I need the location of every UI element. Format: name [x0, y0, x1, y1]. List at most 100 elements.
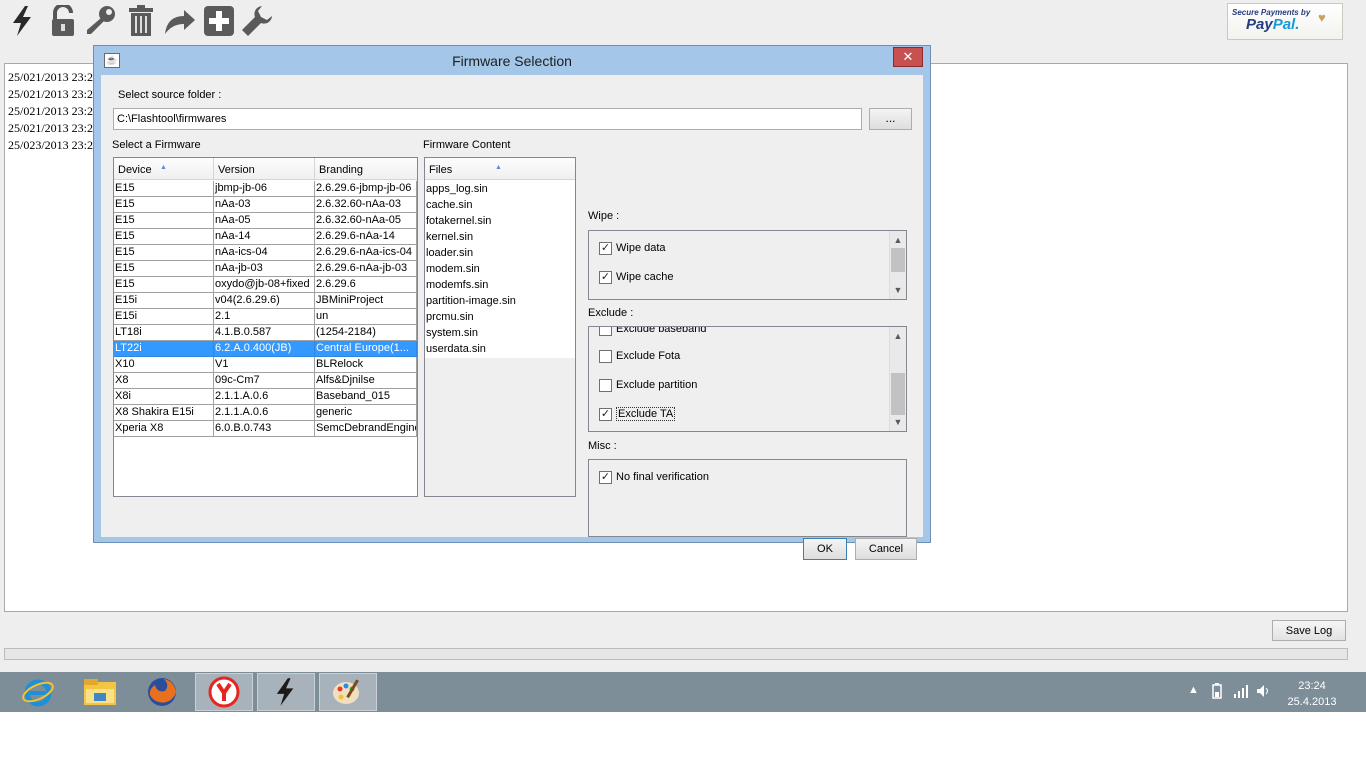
list-item[interactable]: system.sin: [426, 326, 478, 342]
battery-icon[interactable]: [1210, 683, 1224, 702]
no-final-verification-checkbox[interactable]: ✓ No final verification: [599, 469, 709, 485]
paypal-donate-button[interactable]: Secure Payments by PayPal. ♥: [1227, 3, 1343, 40]
cell-branding: JBMiniProject: [315, 293, 417, 309]
key-icon[interactable]: [84, 4, 118, 38]
checkbox-box: [599, 349, 612, 363]
table-row[interactable]: E15 nAa-ics-04 2.6.29.6-nAa-ics-04: [114, 245, 417, 261]
cell-device: X8i: [114, 389, 214, 405]
exclude-scrollbar[interactable]: ▲ ▼: [889, 327, 906, 431]
file-explorer-icon[interactable]: [71, 673, 129, 711]
unlock-icon[interactable]: [46, 4, 80, 38]
cancel-button[interactable]: Cancel: [855, 538, 917, 560]
yandex-browser-icon[interactable]: [195, 673, 253, 711]
column-header-device[interactable]: Device ▲: [114, 158, 214, 180]
list-item[interactable]: kernel.sin: [426, 230, 473, 246]
column-header-branding[interactable]: Branding: [315, 158, 417, 180]
exclude-baseband-checkbox[interactable]: Exclude baseband: [599, 327, 707, 337]
volume-icon[interactable]: [1256, 684, 1272, 701]
cell-device: X8: [114, 373, 214, 389]
cell-version: 4.1.B.0.587: [214, 325, 315, 341]
firefox-icon[interactable]: [133, 673, 191, 711]
list-item[interactable]: fotakernel.sin: [426, 214, 491, 230]
scroll-up-icon[interactable]: ▲: [890, 233, 906, 247]
paint-icon[interactable]: [319, 673, 377, 711]
list-item[interactable]: modem.sin: [426, 262, 480, 278]
column-header-version[interactable]: Version: [214, 158, 315, 180]
show-hidden-icons-icon[interactable]: ▲: [1188, 684, 1199, 696]
scroll-down-icon[interactable]: ▼: [890, 415, 906, 429]
redo-arrow-icon[interactable]: [162, 4, 196, 38]
table-row[interactable]: E15i 2.1 un: [114, 309, 417, 325]
clock-date: 25.4.2013: [1287, 696, 1337, 708]
system-clock[interactable]: 23:24 25.4.2013: [1280, 678, 1344, 710]
internet-explorer-icon[interactable]: [9, 673, 67, 711]
cell-device: E15i: [114, 309, 214, 325]
wipe-scrollbar[interactable]: ▲ ▼: [889, 231, 906, 299]
browse-button[interactable]: ...: [869, 108, 912, 130]
wrench-icon[interactable]: [240, 4, 274, 38]
cell-version: nAa-14: [214, 229, 315, 245]
wipe-label: Wipe :: [588, 210, 620, 222]
table-row[interactable]: X8i 2.1.1.A.0.6 Baseband_015: [114, 389, 417, 405]
column-header-files[interactable]: Files ▲: [425, 158, 575, 180]
cell-version: nAa-jb-03: [214, 261, 315, 277]
trash-icon[interactable]: [124, 4, 158, 38]
list-item[interactable]: prcmu.sin: [426, 310, 474, 326]
table-row[interactable]: E15 nAa-05 2.6.32.60-nAa-05: [114, 213, 417, 229]
log-line: 25/021/2013 23:2: [8, 104, 94, 118]
table-row[interactable]: LT22i 6.2.A.0.400(JB) Central Europe(1...: [114, 341, 417, 357]
firmware-content-label: Firmware Content: [423, 139, 511, 151]
table-row[interactable]: X8 Shakira E15i 2.1.1.A.0.6 generic: [114, 405, 417, 421]
cell-device: E15: [114, 245, 214, 261]
cell-device: Xperia X8: [114, 421, 214, 437]
exclude-partition-checkbox[interactable]: Exclude partition: [599, 377, 697, 393]
table-row[interactable]: LT18i 4.1.B.0.587 (1254-2184): [114, 325, 417, 341]
cell-branding: BLRelock: [315, 357, 417, 373]
table-row[interactable]: E15 jbmp-jb-06 2.6.29.6-jbmp-jb-06: [114, 181, 417, 197]
taskbar: ▲ 23:24 25.4.2013: [0, 672, 1366, 712]
source-folder-input[interactable]: C:\Flashtool\firmwares: [113, 108, 862, 130]
table-row[interactable]: E15 oxydo@jb-08+fixed 2.6.29.6: [114, 277, 417, 293]
list-item[interactable]: apps_log.sin: [426, 182, 488, 198]
list-item[interactable]: loader.sin: [426, 246, 473, 262]
ok-button[interactable]: OK: [803, 538, 847, 560]
table-row[interactable]: Xperia X8 6.0.B.0.743 SemcDebrandEngine: [114, 421, 417, 437]
table-row[interactable]: X8 09c-Cm7 Alfs&Djnilse: [114, 373, 417, 389]
save-log-button[interactable]: Save Log: [1272, 620, 1346, 641]
table-row[interactable]: E15i v04(2.6.29.6) JBMiniProject: [114, 293, 417, 309]
cell-version: nAa-ics-04: [214, 245, 315, 261]
cell-device: X10: [114, 357, 214, 373]
flashtool-icon[interactable]: [257, 673, 315, 711]
flash-icon[interactable]: [6, 4, 40, 38]
plus-icon[interactable]: [202, 4, 236, 38]
scroll-thumb[interactable]: [891, 373, 905, 415]
list-item[interactable]: userdata.sin: [426, 342, 486, 358]
firmware-table[interactable]: Device ▲ Version Branding E15 jbmp-jb-06 2…: [113, 157, 418, 497]
clock-time: 23:24: [1298, 680, 1326, 692]
cell-version: oxydo@jb-08+fixed: [214, 277, 315, 293]
scroll-thumb[interactable]: [891, 248, 905, 272]
list-item[interactable]: modemfs.sin: [426, 278, 488, 294]
table-row[interactable]: X10 V1 BLRelock: [114, 357, 417, 373]
table-row[interactable]: E15 nAa-jb-03 2.6.29.6-nAa-jb-03: [114, 261, 417, 277]
source-folder-label: Select source folder :: [118, 89, 222, 101]
scroll-down-icon[interactable]: ▼: [890, 283, 906, 297]
exclude-panel: Exclude baseband Exclude Fota Exclude pa…: [588, 326, 907, 432]
wipe-cache-checkbox[interactable]: ✓ Wipe cache: [599, 269, 673, 285]
list-item[interactable]: partition-image.sin: [426, 294, 516, 310]
exclude-fota-checkbox[interactable]: Exclude Fota: [599, 348, 680, 364]
cell-device: E15: [114, 261, 214, 277]
cell-version: 2.1: [214, 309, 315, 325]
cell-version: V1: [214, 357, 315, 373]
close-button[interactable]: ✕: [893, 47, 923, 67]
progress-bar: [4, 648, 1348, 660]
table-row[interactable]: E15 nAa-14 2.6.29.6-nAa-14: [114, 229, 417, 245]
scroll-up-icon[interactable]: ▲: [890, 329, 906, 343]
signal-icon[interactable]: [1233, 684, 1249, 701]
wipe-data-checkbox[interactable]: ✓ Wipe data: [599, 240, 666, 256]
list-item[interactable]: cache.sin: [426, 198, 472, 214]
exclude-ta-checkbox[interactable]: ✓ Exclude TA: [599, 406, 676, 422]
table-row[interactable]: E15 nAa-03 2.6.32.60-nAa-03: [114, 197, 417, 213]
firmware-files-list[interactable]: Files ▲ apps_log.sin cache.sin fotakernel.…: [424, 157, 576, 497]
log-line: 25/021/2013 23:2: [8, 121, 94, 135]
